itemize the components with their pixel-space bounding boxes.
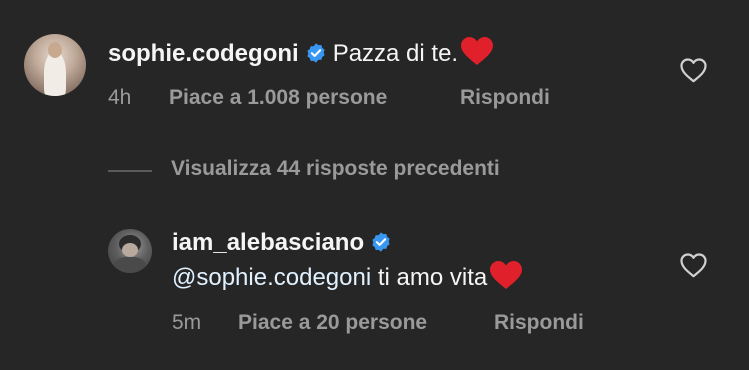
- comment-text: ti amo vita: [371, 264, 488, 291]
- likes-count-link[interactable]: Piace a 1.008 persone: [169, 86, 460, 110]
- comment-username[interactable]: iam_alebasciano: [172, 229, 364, 256]
- red-heart-emoji-icon: [460, 36, 494, 74]
- view-previous-replies-label: Visualizza 44 risposte precedenti: [171, 157, 500, 180]
- red-heart-emoji-icon: [489, 260, 523, 298]
- heart-outline-icon[interactable]: [680, 58, 707, 88]
- avatar[interactable]: [24, 34, 86, 96]
- reply-button[interactable]: Rispondi: [494, 311, 584, 335]
- likes-count-link[interactable]: Piace a 20 persone: [238, 311, 494, 335]
- avatar[interactable]: [108, 229, 152, 273]
- comment-text: Pazza di te.: [332, 40, 459, 67]
- heart-outline-icon[interactable]: [680, 253, 707, 283]
- mention-link[interactable]: @sophie.codegoni: [172, 264, 371, 291]
- verified-badge-icon: [305, 42, 327, 72]
- divider: [108, 170, 152, 172]
- comment-username[interactable]: sophie.codegoni: [108, 40, 299, 67]
- comment-time: 4h: [108, 86, 132, 109]
- comment-time: 5m: [172, 311, 202, 334]
- reply-button[interactable]: Rispondi: [460, 86, 550, 110]
- verified-badge-icon: [370, 231, 392, 261]
